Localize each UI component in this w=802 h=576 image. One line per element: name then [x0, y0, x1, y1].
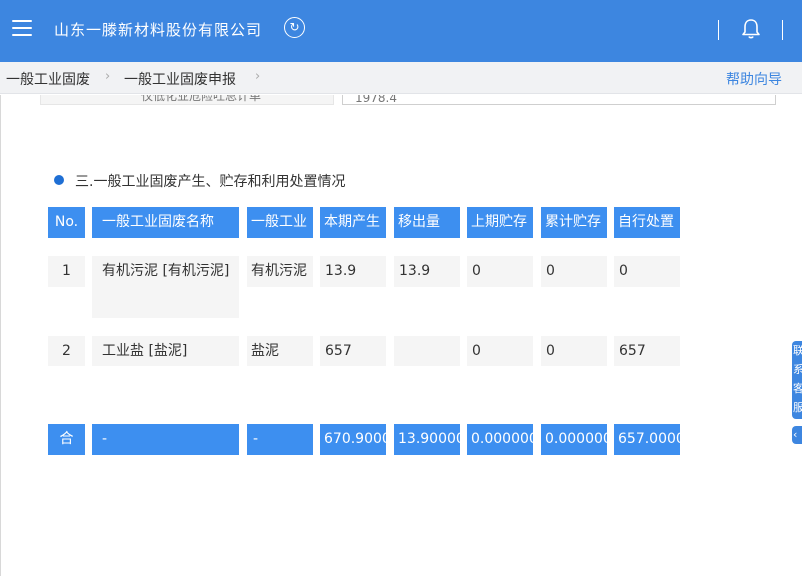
- table-row-2-transferred-out[interactable]: [394, 336, 460, 366]
- app-title: 山东一滕新材料股份有限公司: [54, 21, 263, 39]
- table-row-2-previous-storage[interactable]: 0: [467, 336, 533, 366]
- table-row-1-transferred-out[interactable]: 13.9: [394, 256, 460, 287]
- content-border: [0, 95, 1, 576]
- table-row-1-current-generated[interactable]: 13.9: [320, 256, 386, 287]
- table-total-waste-name: -: [92, 424, 239, 455]
- table-row-2-cumulative-storage[interactable]: 0: [541, 336, 607, 366]
- table-header-self-disposal: 自行处置: [614, 207, 680, 238]
- bell-icon[interactable]: [741, 18, 761, 40]
- table-total-previous-storage: 0.000000: [467, 424, 533, 455]
- help-guide-link[interactable]: 帮助向导: [726, 69, 782, 89]
- table-header-previous-storage: 上期贮存: [467, 207, 533, 238]
- hamburger-menu-icon[interactable]: [12, 20, 32, 38]
- table-header-no: No.: [48, 207, 85, 238]
- table-total-current-generated: 670.9000: [320, 424, 386, 455]
- table-total-waste-type: -: [247, 424, 313, 455]
- table-header-cumulative-storage: 累计贮存: [541, 207, 607, 238]
- table-total-transferred-out: 13.90000: [394, 424, 460, 455]
- table-row-1-waste-name: 有机污泥 [有机污泥]: [92, 256, 239, 318]
- chevron-right-icon: ›: [255, 69, 261, 84]
- table-header-waste-name: 一般工业固废名称: [92, 207, 239, 238]
- breadcrumb: 一般工业固废 › 一般工业固废申报 › 帮助向导: [0, 62, 802, 94]
- table-row-1-previous-storage[interactable]: 0: [467, 256, 533, 287]
- table-total-self-disposal: 657.0000: [614, 424, 680, 455]
- header-divider: [782, 20, 783, 40]
- breadcrumb-item-general-waste[interactable]: 一般工业固废: [6, 69, 90, 89]
- table-total-label: 合: [48, 424, 85, 455]
- table-row-1-waste-type: 有机污泥: [247, 256, 313, 287]
- top-bar: 山东一滕新材料股份有限公司 ↻: [0, 0, 802, 62]
- table-header-waste-type: 一般工业: [247, 207, 313, 238]
- table-row-2-self-disposal[interactable]: 657: [614, 336, 680, 366]
- table-header-transferred-out: 移出量: [394, 207, 460, 238]
- header-divider: [718, 20, 719, 40]
- previous-field-input[interactable]: 1978.4: [342, 95, 776, 105]
- chevron-right-icon: ›: [105, 69, 111, 84]
- table-row-2-waste-type: 盐泥: [247, 336, 313, 366]
- refresh-icon[interactable]: ↻: [284, 17, 305, 38]
- table-total-cumulative-storage: 0.000000: [541, 424, 607, 455]
- table-row-2-current-generated[interactable]: 657: [320, 336, 386, 366]
- section-bullet-icon: [54, 175, 64, 185]
- table-header-current-generated: 本期产生: [320, 207, 386, 238]
- table-row-2-no: 2: [48, 336, 85, 366]
- section-title: 三.一般工业固废产生、贮存和利用处置情况: [75, 174, 346, 190]
- table-row-1-no: 1: [48, 256, 85, 287]
- breadcrumb-item-declaration[interactable]: 一般工业固废申报: [124, 69, 236, 89]
- table-row-2-waste-name: 工业盐 [盐泥]: [92, 336, 239, 366]
- table-row-1-self-disposal[interactable]: 0: [614, 256, 680, 287]
- contact-service-tab[interactable]: 联系客服: [792, 341, 802, 419]
- previous-field-label: 仅低化业危险吐总计单: [40, 95, 334, 105]
- chevron-left-icon[interactable]: ‹: [792, 426, 802, 444]
- table-row-1-cumulative-storage[interactable]: 0: [541, 256, 607, 287]
